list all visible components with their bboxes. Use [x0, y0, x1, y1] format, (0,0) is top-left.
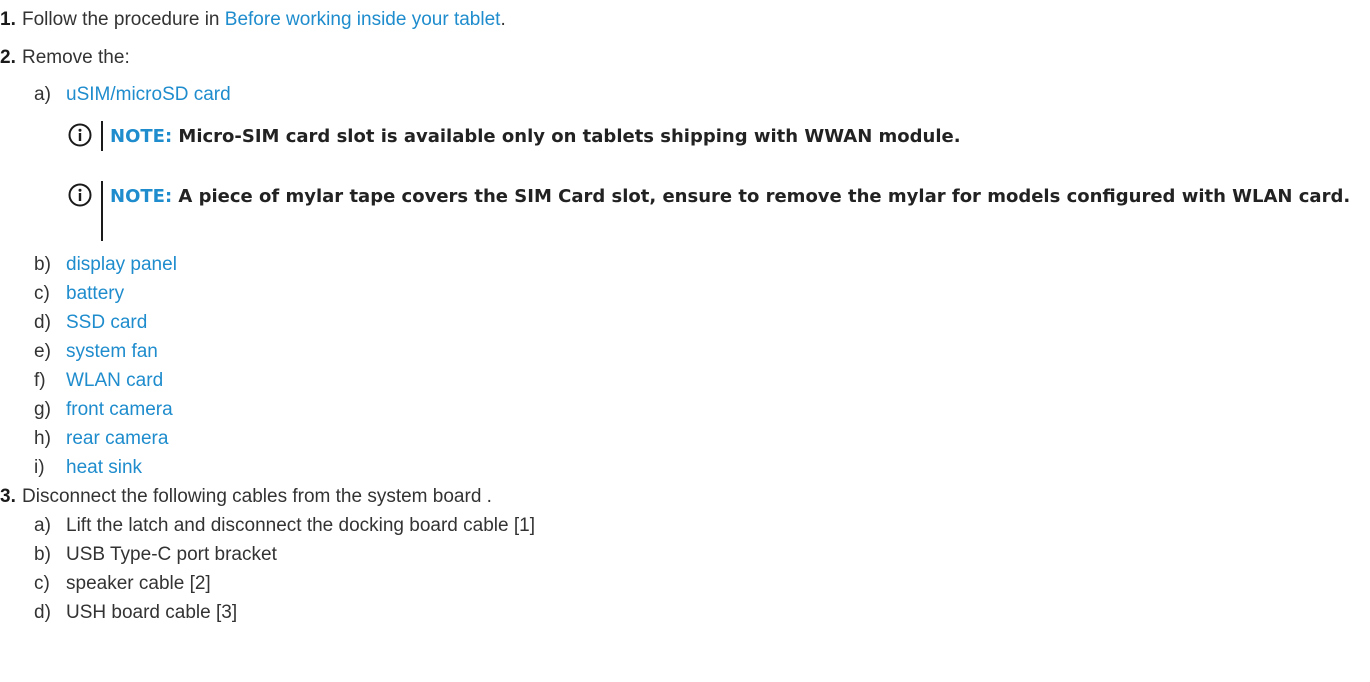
- note-text: NOTE: Micro-SIM card slot is available o…: [110, 126, 961, 147]
- battery-link[interactable]: battery: [66, 283, 124, 305]
- rear-camera-link[interactable]: rear camera: [66, 428, 168, 450]
- wlan-card-link[interactable]: WLAN card: [66, 370, 163, 392]
- substep-letter: g): [34, 399, 51, 420]
- note-label: NOTE:: [110, 126, 173, 147]
- substep-letter: c): [34, 573, 50, 594]
- note-label: NOTE:: [110, 186, 173, 207]
- substep-letter: d): [34, 312, 51, 333]
- note-divider: [101, 121, 103, 151]
- substep-letter: e): [34, 341, 51, 362]
- heat-sink-link[interactable]: heat sink: [66, 457, 142, 479]
- display-panel-link[interactable]: display panel: [66, 254, 177, 276]
- note-text: NOTE: A piece of mylar tape covers the S…: [110, 186, 1351, 207]
- step-number: 2.: [0, 47, 16, 68]
- step-number: 1.: [0, 9, 16, 30]
- substep-text: USH board cable [3]: [66, 602, 238, 623]
- substep-letter: b): [34, 544, 51, 565]
- info-icon: [68, 123, 92, 147]
- substep-text: speaker cable [2]: [66, 573, 211, 594]
- step-text: Disconnect the following cables from the…: [22, 486, 492, 507]
- usim-microsd-card-link[interactable]: uSIM/microSD card: [66, 84, 231, 106]
- front-camera-link[interactable]: front camera: [66, 399, 173, 421]
- substep-letter: h): [34, 428, 51, 449]
- substep-letter: a): [34, 84, 51, 105]
- substep-letter: b): [34, 254, 51, 275]
- system-fan-link[interactable]: system fan: [66, 341, 158, 363]
- substep-letter: d): [34, 602, 51, 623]
- substep-letter: c): [34, 283, 50, 304]
- step-number: 3.: [0, 486, 16, 507]
- step-text: Follow the procedure in Before working i…: [22, 9, 506, 30]
- note-block: NOTE: A piece of mylar tape covers the S…: [68, 181, 1370, 241]
- step-text: Remove the:: [22, 47, 130, 68]
- before-working-link[interactable]: Before working inside your tablet: [225, 9, 501, 30]
- substep-letter: a): [34, 515, 51, 536]
- substep-letter: f): [34, 370, 46, 391]
- info-icon: [68, 183, 92, 207]
- substep-text: Lift the latch and disconnect the dockin…: [66, 515, 535, 536]
- substep-letter: i): [34, 457, 45, 478]
- substep-text: USB Type-C port bracket: [66, 544, 277, 565]
- note-divider: [101, 181, 103, 241]
- note-block: NOTE: Micro-SIM card slot is available o…: [68, 121, 1370, 151]
- ssd-card-link[interactable]: SSD card: [66, 312, 147, 334]
